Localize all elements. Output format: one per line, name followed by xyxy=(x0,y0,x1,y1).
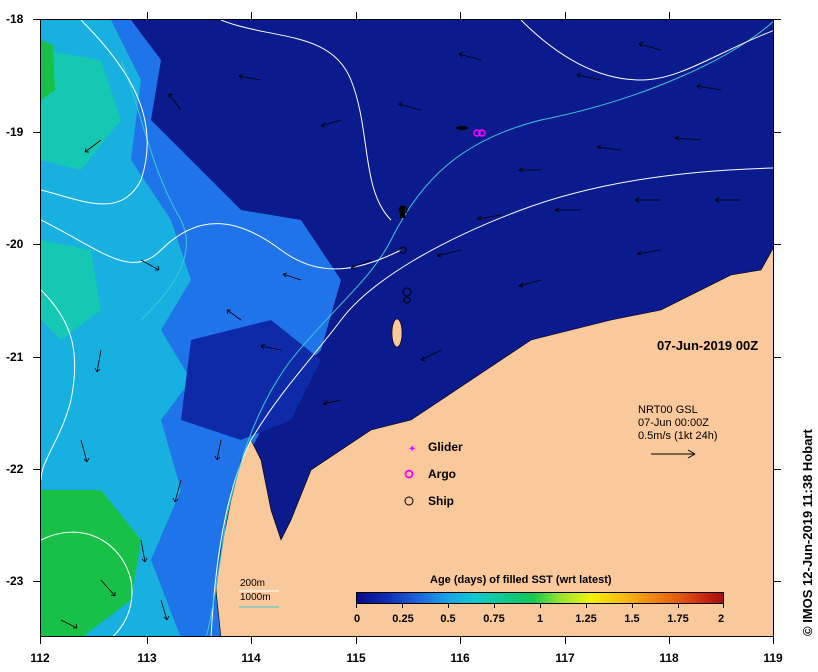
gsl-time: 07-Jun 00:00Z xyxy=(638,417,709,429)
x-tick-label: 114 xyxy=(241,651,261,665)
y-tickmark-right xyxy=(774,19,781,20)
y-tickmark-right xyxy=(774,469,781,470)
colorbar-tickmark xyxy=(402,604,403,608)
x-tick-label: 118 xyxy=(659,651,679,665)
x-tickmark xyxy=(565,637,566,644)
gsl-scale: 0.5m/s (1kt 24h) xyxy=(638,430,718,442)
colorbar-tickmark xyxy=(494,604,495,608)
colorbar-tick-label: 1.5 xyxy=(624,613,640,625)
y-tick-label: -21 xyxy=(6,350,24,364)
glider-track[interactable] xyxy=(456,126,468,130)
colorbar-tickmark xyxy=(448,604,449,608)
colorbar-tick-label: 1.75 xyxy=(667,613,689,625)
x-tick-label: 112 xyxy=(30,651,50,665)
x-tickmark xyxy=(773,637,774,644)
x-tick-label: 119 xyxy=(763,651,783,665)
x-tickmark xyxy=(460,637,461,644)
colorbar-tickmark xyxy=(356,604,357,608)
x-tickmark xyxy=(356,637,357,644)
x-tickmark xyxy=(147,637,148,644)
y-tickmark-right xyxy=(774,244,781,245)
x-tickmark-top xyxy=(565,12,566,19)
legend-argo-label: Argo xyxy=(428,467,456,481)
colorbar-tick-label: 1.25 xyxy=(575,613,597,625)
y-tickmark-right xyxy=(774,132,781,133)
colorbar-tick-label: 0 xyxy=(353,613,361,625)
y-tick-label: -20 xyxy=(6,237,24,251)
colorbar-tick-label: 2 xyxy=(717,613,725,625)
x-tickmark-top xyxy=(669,12,670,19)
copyright-text: © IMOS 12-Jun-2019 11:38 Hobart xyxy=(800,429,815,636)
island-barrow xyxy=(391,318,403,348)
sst-map-svg: ✦ xyxy=(41,20,773,636)
legend-200m-label: 200m xyxy=(240,578,266,589)
legend-glider-label: Glider xyxy=(428,440,463,454)
colorbar-tickmark xyxy=(586,604,587,608)
ship-track xyxy=(400,206,405,218)
sst-map[interactable]: ✦ xyxy=(40,19,774,637)
gsl-product: NRT00 GSL xyxy=(638,404,698,416)
colorbar-tick-label: 0.75 xyxy=(483,613,505,625)
x-tickmark xyxy=(669,637,670,644)
y-tick-label: -18 xyxy=(6,12,24,26)
sst-age-patch-green-top xyxy=(41,40,55,100)
x-tick-label: 117 xyxy=(555,651,575,665)
colorbar xyxy=(356,592,724,604)
legend-glider-symbol: ✦ xyxy=(408,444,416,455)
legend-1000m-label: 1000m xyxy=(240,592,271,603)
y-tickmark-right xyxy=(774,581,781,582)
y-tick-label: -22 xyxy=(6,462,24,476)
x-tickmark xyxy=(40,637,41,644)
y-tick-label: -19 xyxy=(6,125,24,139)
colorbar-tick-label: 0.5 xyxy=(440,613,456,625)
colorbar-tickmark xyxy=(678,604,679,608)
colorbar-tickmark xyxy=(723,604,724,608)
x-tick-label: 113 xyxy=(137,651,157,665)
x-tickmark xyxy=(251,637,252,644)
colorbar-tickmark xyxy=(540,604,541,608)
x-tick-label: 116 xyxy=(450,651,470,665)
colorbar-tick-label: 1 xyxy=(536,613,544,625)
x-tickmark-top xyxy=(460,12,461,19)
colorbar-title: Age (days) of filled SST (wrt latest) xyxy=(430,574,612,586)
gsl-info: NRT00 GSL 07-Jun 00:00Z 0.5m/s (1kt 24h) xyxy=(638,404,717,443)
legend-ship-label: Ship xyxy=(428,494,454,508)
y-tickmark-right xyxy=(774,357,781,358)
date-label: 07-Jun-2019 00Z xyxy=(657,338,759,353)
x-tickmark-top xyxy=(147,12,148,19)
x-tickmark-top xyxy=(356,12,357,19)
x-tickmark-top xyxy=(251,12,252,19)
x-tick-label: 115 xyxy=(346,651,366,665)
svg-text:✦: ✦ xyxy=(408,444,416,455)
colorbar-tickmark xyxy=(632,604,633,608)
colorbar-tick-label: 0.25 xyxy=(392,613,414,625)
y-tick-label: -23 xyxy=(6,574,24,588)
